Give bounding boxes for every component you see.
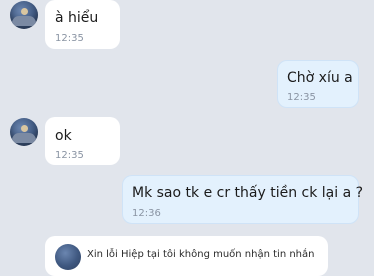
contact-avatar [55,244,81,270]
message-text: Chờ xíu a [287,70,353,86]
notice-text: Xin lỗi Hiệp tại tôi không muốn nhận tin… [87,249,315,260]
outgoing-message-bubble[interactable]: Mk sao tk e cr thấy tiền ck lại a ? 12:3… [122,175,363,224]
message-text: Mk sao tk e cr thấy tiền ck lại a ? [132,185,364,201]
notice-card[interactable]: Xin lỗi Hiệp tại tôi không muốn nhận tin… [45,236,328,276]
outgoing-message-bubble[interactable]: Chờ xíu a 12:35 [277,60,359,108]
message-time: 12:35 [55,33,84,44]
message-time: 12:36 [132,208,161,219]
contact-avatar[interactable] [10,1,38,29]
incoming-message-bubble[interactable]: ok 12:35 [45,117,120,165]
message-text: ok [55,128,72,144]
message-time: 12:35 [287,92,316,103]
message-time: 12:35 [55,150,84,161]
contact-avatar[interactable] [10,118,38,146]
message-text: à hiểu [55,10,99,26]
incoming-message-bubble[interactable]: à hiểu 12:35 [45,0,120,49]
